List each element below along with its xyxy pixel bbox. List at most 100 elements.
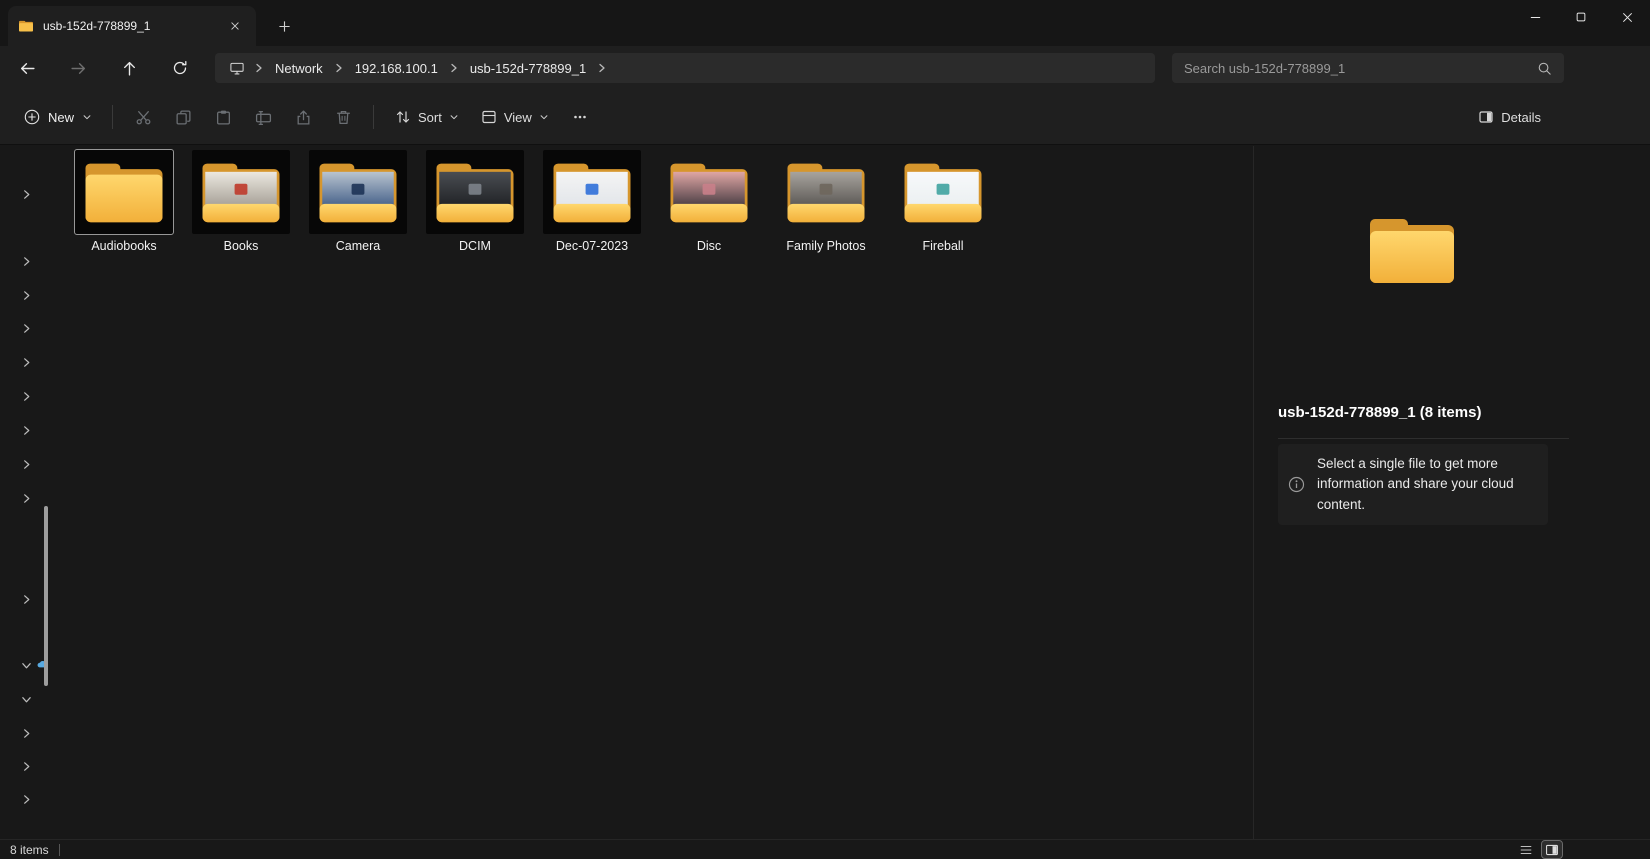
- share-button[interactable]: [283, 99, 323, 135]
- search-box[interactable]: [1172, 53, 1564, 83]
- folder-icon: [309, 150, 407, 234]
- explorer-tab[interactable]: usb-152d-778899_1: [8, 6, 256, 46]
- info-icon: [1288, 476, 1305, 493]
- details-info-card: Select a single file to get more informa…: [1278, 444, 1548, 525]
- forward-button[interactable]: [63, 53, 93, 83]
- item-count: 8 items: [10, 843, 49, 857]
- more-options-button[interactable]: [560, 99, 600, 135]
- folder-item[interactable]: Disc: [660, 150, 758, 253]
- folder-name-label: Disc: [697, 239, 721, 253]
- search-icon[interactable]: [1537, 61, 1552, 76]
- delete-button[interactable]: [323, 99, 363, 135]
- rename-button[interactable]: [243, 99, 283, 135]
- tree-expand-chevron-icon[interactable]: [19, 792, 33, 806]
- folder-item[interactable]: Books: [192, 150, 290, 253]
- new-button-label: New: [48, 110, 74, 125]
- breadcrumb: Network 192.168.100.1 usb-152d-778899_1: [267, 58, 610, 79]
- folder-item[interactable]: Audiobooks: [75, 150, 173, 253]
- up-button[interactable]: [114, 53, 144, 83]
- breadcrumb-item[interactable]: 192.168.100.1: [347, 58, 446, 79]
- refresh-button[interactable]: [165, 53, 195, 83]
- navigation-pane: [0, 146, 60, 839]
- folder-name-label: Camera: [336, 239, 380, 253]
- folder-name-label: Dec-07-2023: [556, 239, 628, 253]
- details-title: usb-152d-778899_1 (8 items): [1278, 404, 1481, 421]
- cut-button[interactable]: [123, 99, 163, 135]
- details-pane-button[interactable]: Details: [1467, 101, 1552, 133]
- details-pane: usb-152d-778899_1 (8 items) Select a sin…: [1253, 146, 1650, 839]
- details-view-toggle-icon[interactable]: [1516, 841, 1536, 858]
- details-divider: [1278, 438, 1569, 439]
- breadcrumb-chevron-icon[interactable]: [446, 62, 462, 74]
- new-button[interactable]: New: [14, 102, 102, 132]
- chevron-down-icon: [449, 112, 459, 122]
- view-button[interactable]: View: [470, 101, 560, 133]
- breadcrumb-item[interactable]: usb-152d-778899_1: [462, 58, 594, 79]
- back-button[interactable]: [12, 53, 42, 83]
- tree-expand-chevron-icon[interactable]: [19, 491, 33, 505]
- copy-button[interactable]: [163, 99, 203, 135]
- folder-name-label: Fireball: [923, 239, 964, 253]
- tree-expand-chevron-icon[interactable]: [19, 355, 33, 369]
- status-bar: 8 items: [0, 839, 1650, 859]
- folder-item[interactable]: Fireball: [894, 150, 992, 253]
- folder-item[interactable]: DCIM: [426, 150, 524, 253]
- paste-button[interactable]: [203, 99, 243, 135]
- breadcrumb-chevron-icon[interactable]: [251, 62, 267, 74]
- navigation-bar: Network 192.168.100.1 usb-152d-778899_1: [0, 46, 1650, 90]
- tree-expand-chevron-icon[interactable]: [19, 254, 33, 268]
- tree-expand-chevron-icon[interactable]: [19, 759, 33, 773]
- folder-name-label: Family Photos: [786, 239, 865, 253]
- folder-icon: [543, 150, 641, 234]
- tab-title: usb-152d-778899_1: [43, 19, 215, 33]
- this-pc-icon[interactable]: [223, 61, 251, 76]
- tree-expand-chevron-icon[interactable]: [19, 423, 33, 437]
- folder-item[interactable]: Camera: [309, 150, 407, 253]
- status-separator: [59, 844, 60, 856]
- folder-icon: [894, 150, 992, 234]
- folder-preview-icon: [1364, 210, 1460, 290]
- search-input[interactable]: [1184, 61, 1537, 76]
- tree-expand-chevron-icon[interactable]: [19, 726, 33, 740]
- close-button[interactable]: [1604, 0, 1650, 34]
- large-icons-view-toggle-icon[interactable]: [1542, 841, 1562, 858]
- folder-item[interactable]: Dec-07-2023: [543, 150, 641, 253]
- tree-expand-chevron-icon[interactable]: [19, 187, 33, 201]
- toolbar-separator: [112, 105, 113, 129]
- tree-expand-chevron-icon[interactable]: [19, 457, 33, 471]
- chevron-down-icon: [539, 112, 549, 122]
- tree-expand-chevron-icon[interactable]: [19, 592, 33, 606]
- view-button-label: View: [504, 110, 532, 125]
- tree-expand-chevron-icon[interactable]: [19, 321, 33, 335]
- folder-item[interactable]: Family Photos: [777, 150, 875, 253]
- chevron-down-icon: [82, 112, 92, 122]
- details-button-label: Details: [1501, 110, 1541, 125]
- files-area[interactable]: Audiobooks Books Camera DCIM Dec-07-2023 Disc…: [60, 146, 1252, 839]
- folder-icon: [426, 150, 524, 234]
- folder-icon: [192, 150, 290, 234]
- minimize-button[interactable]: [1512, 0, 1558, 34]
- maximize-button[interactable]: [1558, 0, 1604, 34]
- tree-collapse-chevron-icon[interactable]: [19, 658, 33, 672]
- breadcrumb-chevron-icon[interactable]: [594, 62, 610, 74]
- tree-expand-chevron-icon[interactable]: [19, 288, 33, 302]
- plus-circle-icon: [24, 109, 40, 125]
- command-bar: New Sort: [0, 90, 1650, 145]
- new-tab-button[interactable]: [272, 14, 296, 38]
- folder-icon: [777, 150, 875, 234]
- tree-collapse-chevron-icon[interactable]: [19, 692, 33, 706]
- breadcrumb-chevron-icon[interactable]: [331, 62, 347, 74]
- folder-icon: [75, 150, 173, 234]
- sort-button[interactable]: Sort: [384, 101, 470, 133]
- address-bar[interactable]: Network 192.168.100.1 usb-152d-778899_1: [215, 53, 1155, 83]
- window-controls: [1512, 0, 1650, 34]
- sidebar-scrollbar[interactable]: [44, 506, 48, 686]
- folder-grid: Audiobooks Books Camera DCIM Dec-07-2023 Disc…: [75, 150, 992, 253]
- sort-button-label: Sort: [418, 110, 442, 125]
- tree-expand-chevron-icon[interactable]: [19, 389, 33, 403]
- sort-icon: [395, 109, 411, 125]
- folder-name-label: Books: [224, 239, 259, 253]
- tab-bar: usb-152d-778899_1: [0, 0, 1650, 46]
- tab-close-icon[interactable]: [224, 15, 246, 37]
- breadcrumb-item[interactable]: Network: [267, 58, 331, 79]
